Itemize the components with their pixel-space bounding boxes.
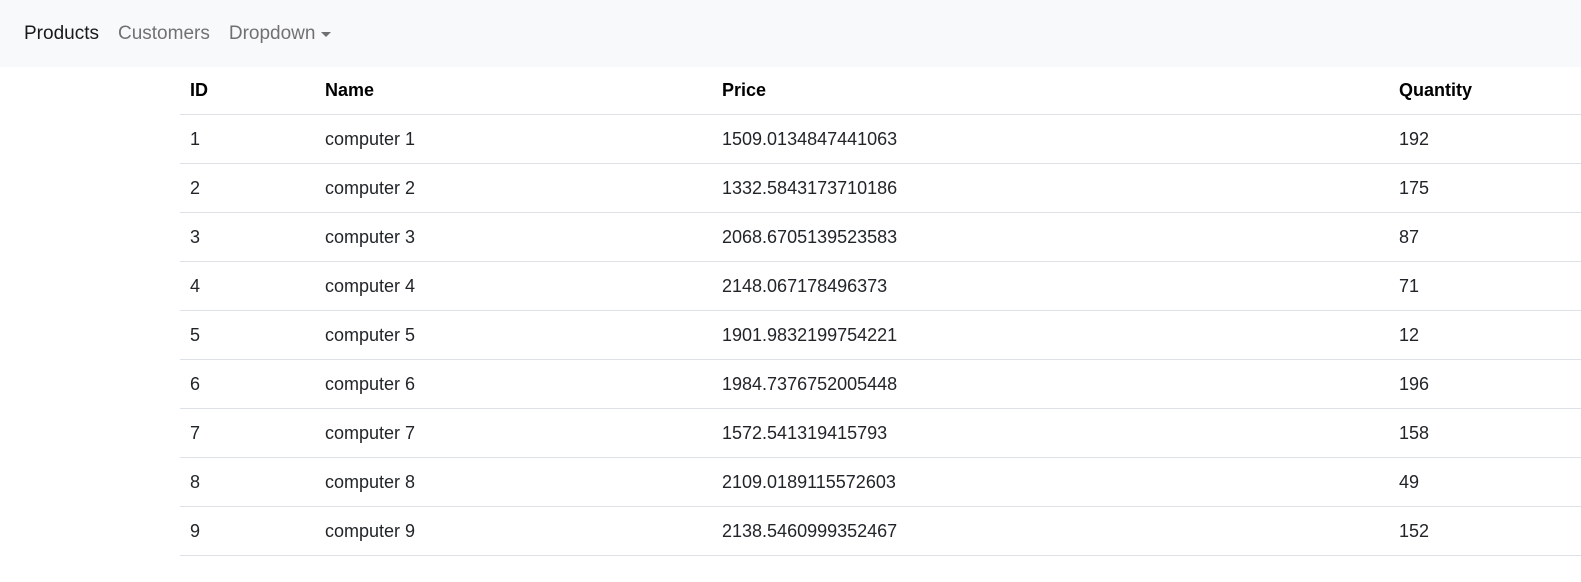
cell-name: computer 2 — [315, 163, 712, 213]
table-header-row: ID Name Price Quantity — [180, 67, 1581, 115]
cell-name: computer 8 — [315, 457, 712, 507]
column-header-name: Name — [315, 67, 712, 115]
cell-id: 4 — [180, 261, 315, 311]
cell-quantity: 152 — [1389, 506, 1581, 556]
table-row: 4 computer 4 2148.067178496373 71 — [180, 261, 1581, 311]
table-body: 1 computer 1 1509.0134847441063 192 2 compute… — [180, 114, 1581, 556]
products-table: ID Name Price Quantity 1 computer 1 1509.0… — [180, 67, 1581, 556]
cell-quantity: 71 — [1389, 261, 1581, 311]
cell-id: 7 — [180, 408, 315, 458]
cell-price: 2148.067178496373 — [712, 261, 1389, 311]
nav-dropdown-toggle[interactable]: Dropdown — [229, 23, 332, 45]
cell-quantity: 175 — [1389, 163, 1581, 213]
table-row: 3 computer 3 2068.6705139523583 87 — [180, 212, 1581, 262]
cell-price: 2138.5460999352467 — [712, 506, 1389, 556]
cell-id: 8 — [180, 457, 315, 507]
cell-name: computer 7 — [315, 408, 712, 458]
table-row: 8 computer 8 2109.0189115572603 49 — [180, 457, 1581, 507]
cell-quantity: 158 — [1389, 408, 1581, 458]
caret-down-icon — [321, 32, 332, 37]
cell-name: computer 6 — [315, 359, 712, 409]
cell-name: computer 1 — [315, 114, 712, 164]
table-row: 2 computer 2 1332.5843173710186 175 — [180, 163, 1581, 213]
cell-id: 9 — [180, 506, 315, 556]
cell-quantity: 87 — [1389, 212, 1581, 262]
cell-price: 2109.0189115572603 — [712, 457, 1389, 507]
cell-name: computer 9 — [315, 506, 712, 556]
table-row: 5 computer 5 1901.9832199754221 12 — [180, 310, 1581, 360]
cell-quantity: 49 — [1389, 457, 1581, 507]
nav-link-customers[interactable]: Customers — [118, 23, 210, 45]
table-row: 6 computer 6 1984.7376752005448 196 — [180, 359, 1581, 409]
cell-name: computer 4 — [315, 261, 712, 311]
navbar: Products Customers Dropdown — [0, 0, 1581, 67]
cell-price: 1509.0134847441063 — [712, 114, 1389, 164]
cell-quantity: 196 — [1389, 359, 1581, 409]
cell-price: 2068.6705139523583 — [712, 212, 1389, 262]
table-header: ID Name Price Quantity — [180, 67, 1581, 115]
table-row: 1 computer 1 1509.0134847441063 192 — [180, 114, 1581, 164]
nav-dropdown-label: Dropdown — [228, 22, 316, 44]
cell-name: computer 3 — [315, 212, 712, 262]
cell-name: computer 5 — [315, 310, 712, 360]
cell-quantity: 192 — [1389, 114, 1581, 164]
cell-id: 6 — [180, 359, 315, 409]
cell-id: 3 — [180, 212, 315, 262]
products-table-container: ID Name Price Quantity 1 computer 1 1509.0… — [180, 67, 1581, 556]
column-header-price: Price — [712, 67, 1389, 115]
cell-id: 1 — [180, 114, 315, 164]
table-row: 9 computer 9 2138.5460999352467 152 — [180, 506, 1581, 556]
cell-price: 1984.7376752005448 — [712, 359, 1389, 409]
cell-id: 5 — [180, 310, 315, 360]
cell-id: 2 — [180, 163, 315, 213]
cell-quantity: 12 — [1389, 310, 1581, 360]
column-header-quantity: Quantity — [1389, 67, 1581, 115]
cell-price: 1332.5843173710186 — [712, 163, 1389, 213]
cell-price: 1572.541319415793 — [712, 408, 1389, 458]
nav-link-products[interactable]: Products — [24, 23, 99, 45]
cell-price: 1901.9832199754221 — [712, 310, 1389, 360]
column-header-id: ID — [180, 67, 315, 115]
table-row: 7 computer 7 1572.541319415793 158 — [180, 408, 1581, 458]
